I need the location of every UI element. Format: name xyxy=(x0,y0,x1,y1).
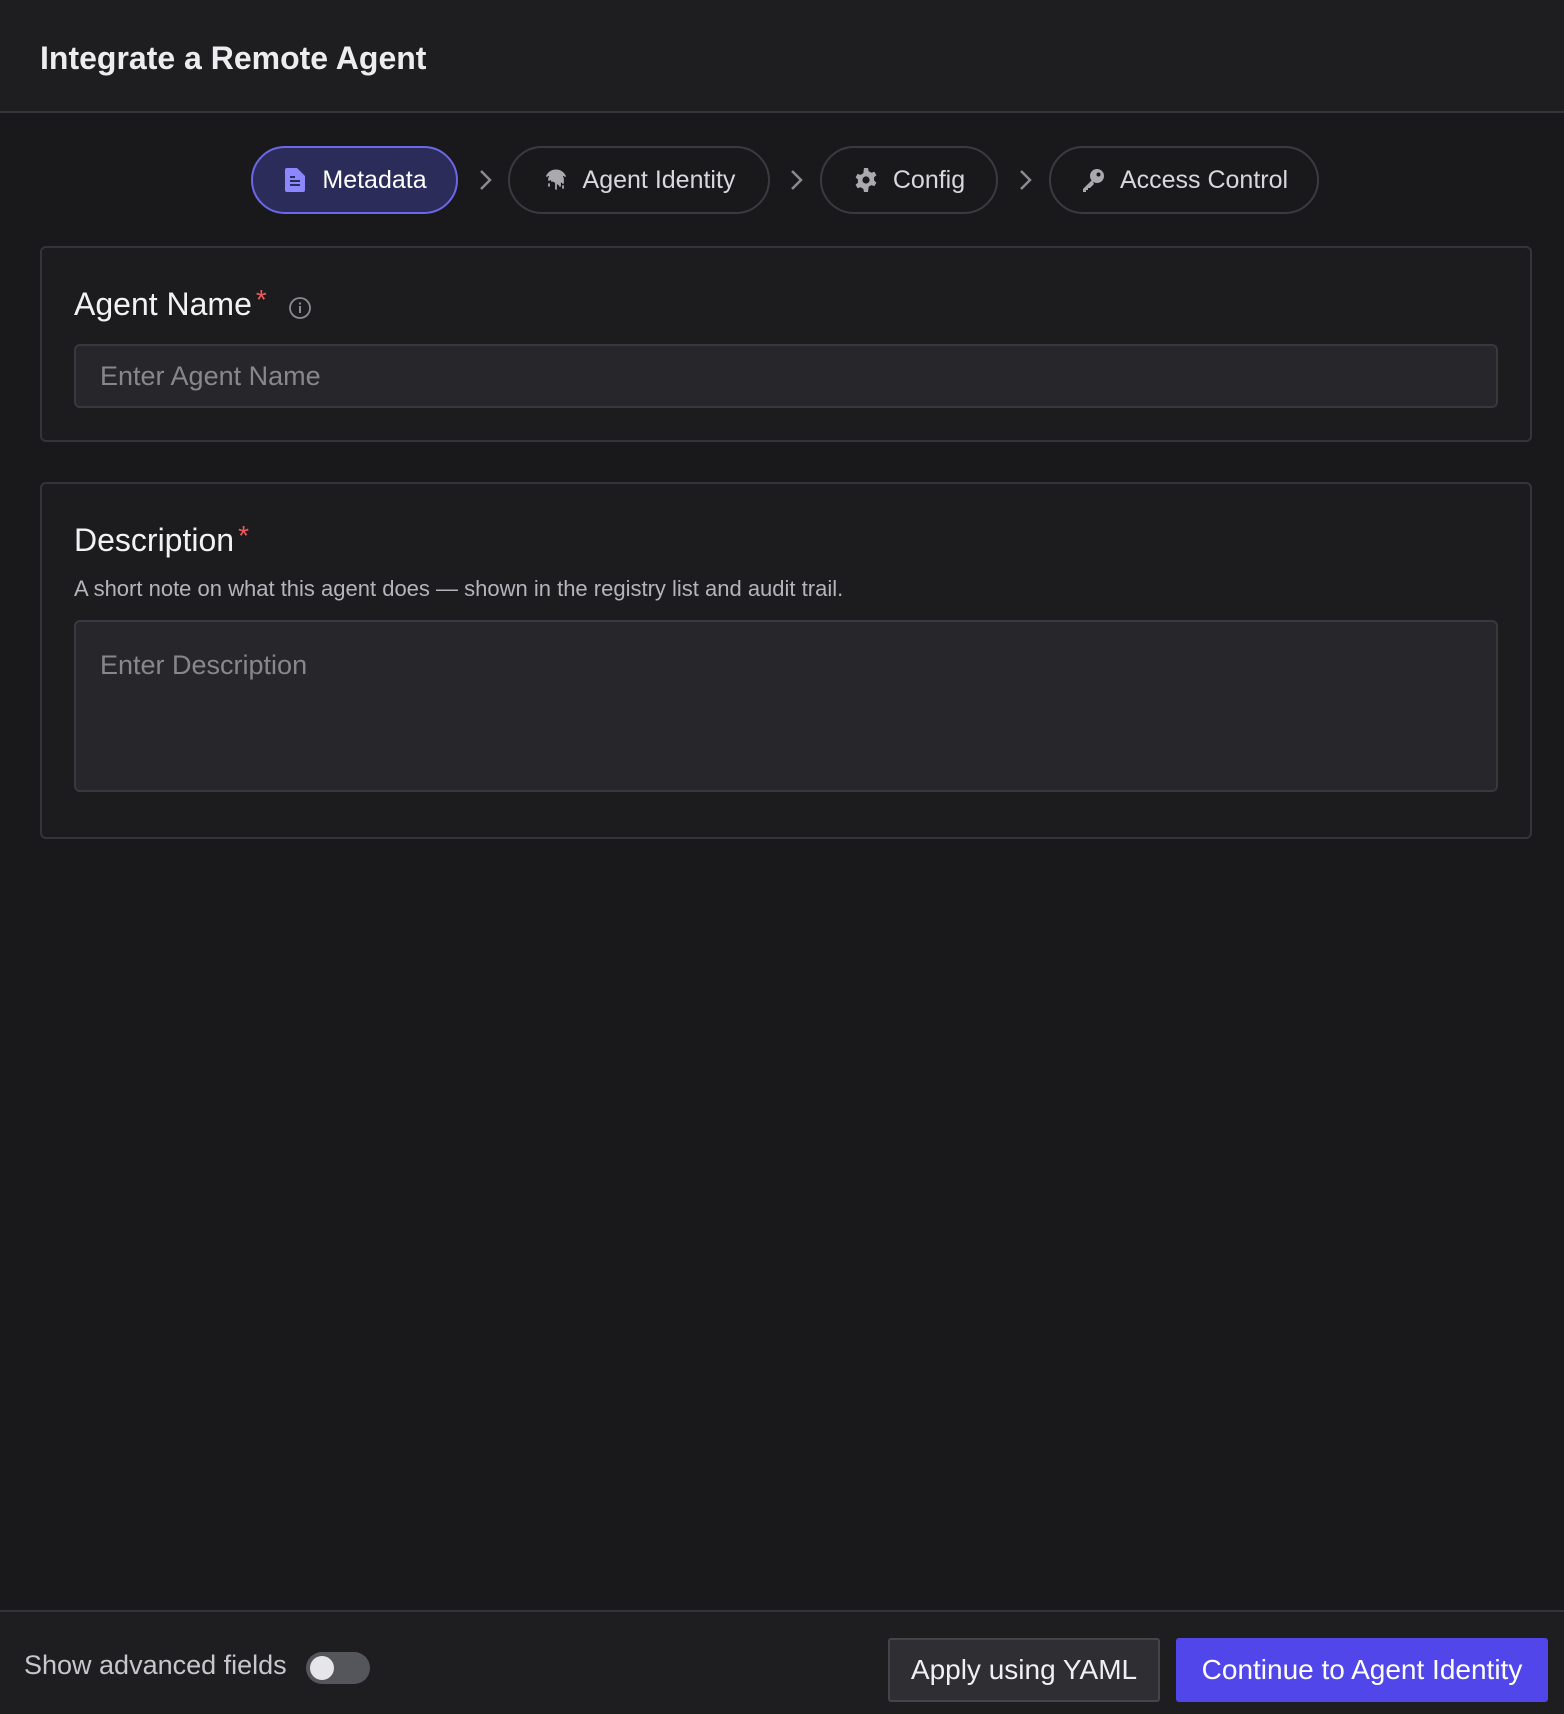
advanced-fields-label: Show advanced fields xyxy=(24,1650,287,1680)
agent-name-label: Agent Name * xyxy=(74,284,267,323)
dialog-footer: Show advanced fields Apply using YAML Co… xyxy=(0,1610,1564,1714)
apply-yaml-button[interactable]: Apply using YAML xyxy=(888,1638,1160,1702)
gear-icon xyxy=(853,167,879,193)
step-label: Metadata xyxy=(322,165,427,194)
step-metadata[interactable]: Metadata xyxy=(251,146,458,214)
required-marker: * xyxy=(238,520,249,551)
description-textarea[interactable] xyxy=(74,620,1498,792)
step-access-control[interactable]: Access Control xyxy=(1049,146,1319,214)
description-card: Description * A short note on what this a… xyxy=(40,482,1532,839)
step-agent-identity[interactable]: Agent Identity xyxy=(508,146,770,214)
chevron-right-icon xyxy=(1020,170,1032,190)
description-label-text: Description xyxy=(74,522,235,558)
description-label: Description * xyxy=(74,520,249,559)
dialog-title: Integrate a Remote Agent xyxy=(40,40,427,76)
continue-button[interactable]: Continue to Agent Identity xyxy=(1176,1638,1548,1702)
chevron-right-icon xyxy=(480,170,492,190)
step-label: Agent Identity xyxy=(582,165,736,194)
agent-name-input[interactable] xyxy=(74,344,1498,408)
step-label: Config xyxy=(892,165,966,194)
required-marker: * xyxy=(255,284,267,315)
key-icon xyxy=(1080,167,1106,193)
advanced-fields-toggle[interactable] xyxy=(306,1652,370,1684)
toggle-knob xyxy=(310,1656,334,1680)
agent-name-label-text: Agent Name xyxy=(74,286,252,322)
fingerprint-icon xyxy=(543,167,569,193)
wizard-stepper: Metadata Agent Identity Config Access Co… xyxy=(0,146,1564,214)
step-config[interactable]: Config xyxy=(820,146,998,214)
dialog-header: Integrate a Remote Agent xyxy=(0,0,1564,113)
step-label: Access Control xyxy=(1119,165,1289,194)
integrate-agent-dialog: Integrate a Remote Agent Metadata Agent … xyxy=(0,0,1564,1714)
chevron-right-icon xyxy=(791,170,803,190)
description-help-text: A short note on what this agent does — s… xyxy=(74,576,844,601)
document-icon xyxy=(282,167,308,193)
agent-name-card: Agent Name * xyxy=(40,246,1532,442)
info-icon[interactable] xyxy=(288,296,312,320)
